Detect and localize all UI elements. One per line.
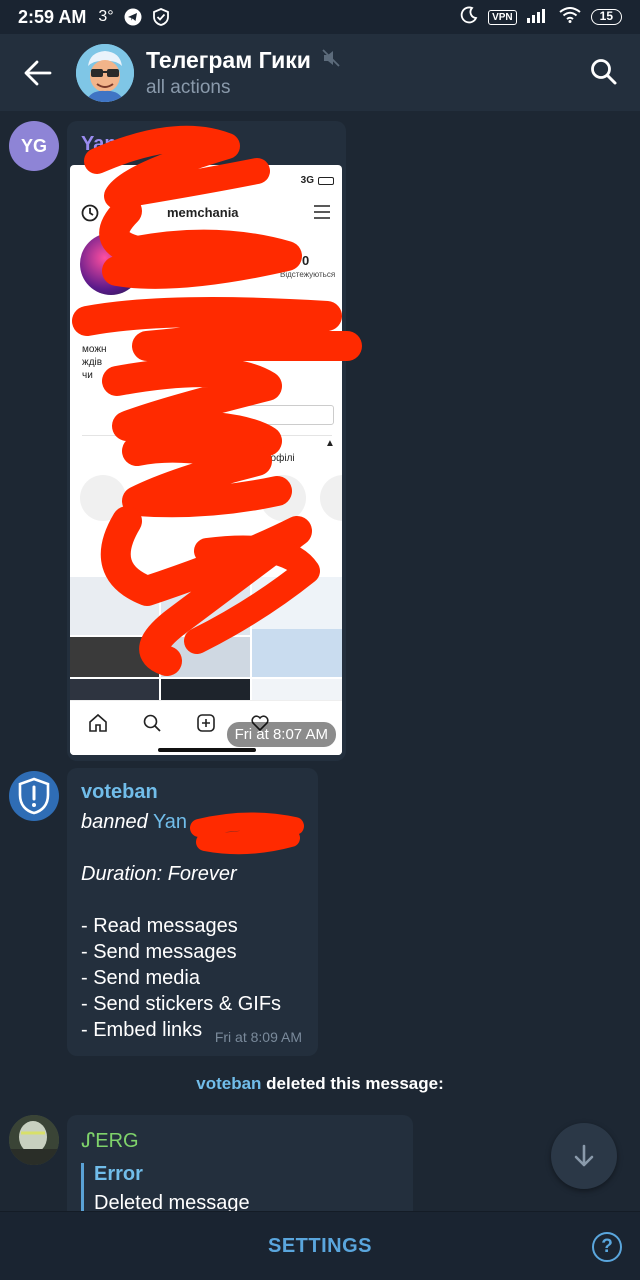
message-time: Fri at 8:09 AM — [214, 1029, 302, 1045]
grid-photo — [70, 637, 159, 677]
status-bar: 2:59 AM 3° VPN 15 — [0, 0, 640, 34]
tagged-icon — [290, 555, 306, 569]
screenshot-signal: 3G — [300, 175, 314, 186]
status-temperature: 3° — [98, 8, 114, 25]
restriction-list: - Read messages - Send messages - Send m… — [81, 913, 281, 1043]
highlight-circle — [260, 475, 306, 521]
chat-title-text: Телеграм Гики — [146, 46, 311, 73]
search-icon — [591, 59, 617, 85]
back-button[interactable] — [0, 34, 76, 111]
screenshot-image[interactable]: 3G memchania 0 Відстежуються можн ждів ч… — [70, 165, 342, 755]
bottom-bar: SETTINGS ? — [0, 1211, 640, 1280]
screenshot-divider — [82, 435, 332, 436]
grid-photo — [70, 577, 159, 635]
chevron-up-icon: ▲ — [325, 438, 335, 449]
ban-action: banned — [81, 811, 148, 833]
screenshot-username: memchania — [167, 205, 239, 220]
profile-picture — [80, 233, 142, 295]
ban-message-bubble[interactable]: voteban banned Yan Duration: Forever - R… — [67, 768, 318, 1056]
wifi-icon — [559, 6, 581, 28]
banned-user-link[interactable]: Yan — [153, 811, 187, 833]
chat-header: Телеграм Гики all actions — [0, 34, 640, 111]
message-feed[interactable]: YG Yan Gu 3G memchania 0 Відстежуються м… — [0, 111, 640, 1211]
screenshot-stat-label: Відстежуються — [280, 270, 336, 279]
home-indicator — [158, 748, 256, 752]
scroll-down-button[interactable] — [551, 1123, 617, 1189]
status-time: 2:59 AM — [18, 6, 87, 27]
bio-line: можн — [82, 344, 107, 355]
telegram-icon — [124, 8, 142, 26]
avatar[interactable]: YG — [9, 121, 59, 171]
screenshot-button — [210, 405, 334, 425]
photo-grid — [70, 577, 342, 707]
service-message: voteban deleted this message: — [0, 1074, 640, 1094]
menu-icon — [314, 205, 330, 219]
vpn-badge: VPN — [488, 9, 517, 25]
highlight-circle — [320, 475, 342, 521]
message-time-chip: Fri at 8:07 AM — [226, 722, 336, 747]
sender-name[interactable]: ᔑERG — [81, 1128, 139, 1153]
restriction-item: - Read messages — [81, 915, 238, 937]
restriction-item: - Send messages — [81, 941, 237, 963]
signal-icon — [526, 7, 549, 28]
grid-photo — [161, 637, 250, 677]
group-avatar[interactable] — [76, 43, 134, 102]
ban-duration: Duration: Forever — [81, 863, 237, 885]
grid-photo — [252, 629, 342, 677]
help-icon[interactable]: ? — [592, 1232, 622, 1262]
restriction-item: - Send media — [81, 967, 200, 989]
history-icon — [80, 203, 100, 223]
grid-photo — [161, 577, 250, 635]
avatar[interactable] — [9, 1115, 59, 1165]
add-post-icon — [197, 714, 215, 732]
shield-check-icon — [152, 8, 170, 26]
moon-icon — [460, 6, 478, 29]
explore-icon — [143, 714, 161, 732]
bio-line: чи — [82, 370, 93, 381]
chat-title[interactable]: Телеграм Гики — [146, 47, 341, 74]
service-actor[interactable]: voteban — [196, 1074, 261, 1093]
restriction-item: - Send stickers & GIFs — [81, 993, 282, 1015]
chat-subtitle: all actions — [146, 76, 231, 98]
photo-message-bubble[interactable]: Yan Gu 3G memchania 0 Відстежуються можн… — [67, 121, 362, 761]
home-icon — [89, 713, 107, 732]
screenshot-stat-value: 0 — [302, 253, 310, 268]
arrow-left-icon — [24, 60, 52, 85]
bot-avatar[interactable] — [9, 771, 59, 821]
user-photo — [9, 1115, 59, 1165]
bio-line: ждів — [82, 357, 103, 368]
grid-photo — [252, 577, 342, 635]
sender-name[interactable]: voteban — [81, 781, 158, 804]
screenshot-profile-text: рофілі — [265, 453, 295, 464]
ban-action-line: banned Yan — [81, 809, 187, 835]
screenshot-battery-icon — [318, 177, 334, 185]
sender-name[interactable]: Yan Gu — [81, 133, 150, 156]
scribble-redaction — [190, 812, 304, 855]
reply-title: Error — [94, 1163, 143, 1185]
muted-icon — [321, 47, 341, 74]
shield-alert-icon — [18, 777, 50, 815]
settings-button[interactable]: SETTINGS — [268, 1235, 372, 1258]
arrow-down-icon — [574, 1144, 594, 1167]
highlight-circle — [80, 475, 126, 521]
reply-body: Deleted message — [94, 1192, 250, 1211]
battery-indicator: 15 — [590, 9, 622, 25]
screenshot-bio: можн ждів чи — [82, 343, 107, 382]
message-bubble[interactable]: ᔑERG Error Deleted message — [67, 1115, 413, 1211]
service-text: deleted this message: — [261, 1074, 444, 1093]
reply-quote[interactable]: Error Deleted message — [81, 1163, 250, 1211]
avatar-initials: YG — [20, 135, 47, 156]
search-button[interactable] — [588, 56, 620, 88]
